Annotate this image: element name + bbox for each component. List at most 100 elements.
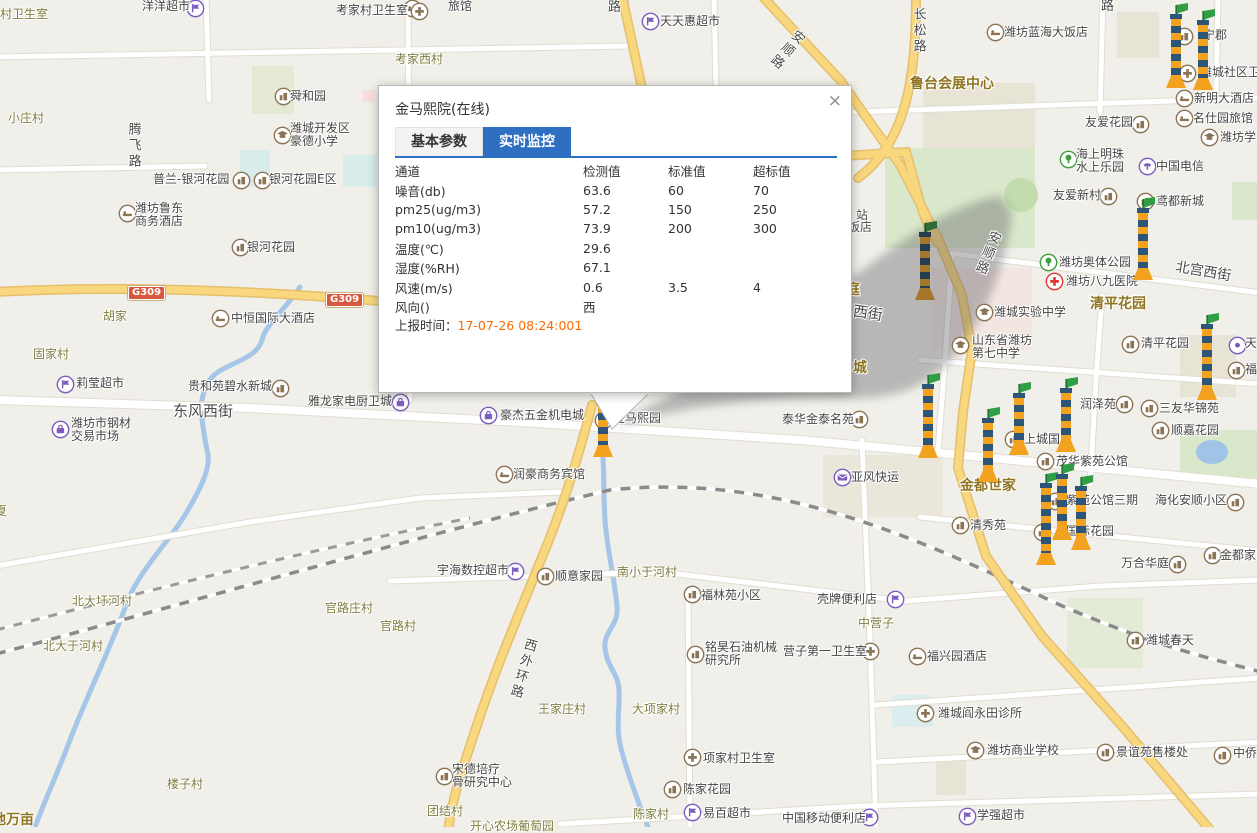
supermarket-icon[interactable] xyxy=(188,1,203,16)
monitor-station-marker[interactable] xyxy=(1068,474,1094,550)
poi-label: 潍坊鲁东商务酒店 xyxy=(135,202,183,227)
building-icon[interactable] xyxy=(688,647,703,662)
building-icon[interactable] xyxy=(234,173,249,188)
poi-label: 友爱花园 xyxy=(1085,116,1133,129)
building-icon[interactable] xyxy=(1123,337,1138,352)
village-label: 中营子 xyxy=(858,617,894,630)
monitor-station-marker[interactable] xyxy=(1194,312,1220,400)
building-icon[interactable] xyxy=(1133,117,1148,132)
poi-label: 贵和苑碧水新城 xyxy=(188,380,272,393)
poi-label: 海上明珠水上乐园 xyxy=(1076,148,1124,173)
popup-tail xyxy=(580,392,660,434)
school-icon[interactable] xyxy=(968,743,983,758)
park-tree-icon[interactable] xyxy=(1061,152,1076,167)
supermarket-icon[interactable] xyxy=(58,377,73,392)
monitor-station-marker[interactable] xyxy=(912,220,938,300)
building-icon[interactable] xyxy=(233,240,248,255)
table-row: pm10(ug/m3)73.9200300 xyxy=(395,219,837,238)
building-icon[interactable] xyxy=(1228,495,1243,510)
building-icon[interactable] xyxy=(953,518,968,533)
poi-label: 潍城阎永田诊所 xyxy=(938,707,1022,720)
poi-label: 中恒国际大酒店 xyxy=(231,312,315,325)
building-icon[interactable] xyxy=(1215,748,1230,763)
tab-basic-params[interactable]: 基本参数 xyxy=(395,127,483,156)
building-icon[interactable] xyxy=(273,381,288,396)
tab-realtime-monitor[interactable]: 实时监控 xyxy=(483,127,571,156)
hotel-icon[interactable] xyxy=(1177,111,1192,126)
supermarket-icon[interactable] xyxy=(508,564,523,579)
building-icon[interactable] xyxy=(852,412,867,427)
building-icon[interactable] xyxy=(685,587,700,602)
shopping-bag-icon[interactable] xyxy=(481,408,496,423)
supermarket-icon[interactable] xyxy=(888,592,903,607)
school-icon[interactable] xyxy=(1202,130,1217,145)
hospital-cross-icon[interactable] xyxy=(918,706,933,721)
g309-road-badge: G309 xyxy=(326,293,363,307)
supermarket-icon[interactable] xyxy=(960,809,975,824)
phone-icon[interactable] xyxy=(1140,159,1155,174)
building-icon[interactable] xyxy=(1117,397,1132,412)
monitor-station-marker[interactable] xyxy=(1190,8,1216,90)
supermarket-icon[interactable] xyxy=(643,14,658,29)
report-time-value: 17-07-26 08:24:001 xyxy=(458,318,583,333)
poi-label: 海化安顺小区 xyxy=(1155,494,1227,507)
poi-dot-icon[interactable] xyxy=(1230,338,1245,353)
monitor-station-marker[interactable] xyxy=(975,406,1001,482)
poi-label: 宇海数控超市 xyxy=(437,564,509,577)
village-label: 官路村 xyxy=(380,620,416,633)
poi-label: 旅馆 xyxy=(448,0,472,13)
building-icon[interactable] xyxy=(1229,363,1244,378)
village-label: 陈家村 xyxy=(633,808,669,821)
hospital-cross-icon[interactable] xyxy=(412,4,427,19)
monitor-station-marker[interactable] xyxy=(1053,376,1079,452)
park-tree-icon[interactable] xyxy=(1041,255,1056,270)
hotel-icon[interactable] xyxy=(1177,91,1192,106)
table-row: 湿度(%RH)67.1 xyxy=(395,258,837,277)
hotel-icon[interactable] xyxy=(497,467,512,482)
station-info-popup: 金马熙院(在线) × 基本参数实时监控 通道检测值标准值超标值噪音(db)63.… xyxy=(378,85,852,393)
poi-label: 莉莹超市 xyxy=(76,377,124,390)
village-label: 大项家村 xyxy=(632,703,680,716)
school-icon[interactable] xyxy=(953,338,968,353)
school-icon[interactable] xyxy=(275,128,290,143)
shopping-bag-icon[interactable] xyxy=(393,395,408,410)
popup-tabs: 基本参数实时监控 xyxy=(395,127,837,158)
hotel-icon[interactable] xyxy=(910,649,925,664)
building-icon[interactable] xyxy=(1142,401,1157,416)
close-icon[interactable]: × xyxy=(828,93,842,110)
hotel-icon[interactable] xyxy=(988,25,1003,40)
building-icon[interactable] xyxy=(276,89,291,104)
hospital-cross-icon[interactable] xyxy=(685,750,700,765)
hotel-icon[interactable] xyxy=(120,206,135,221)
building-icon[interactable] xyxy=(538,569,553,584)
monitor-table: 通道检测值标准值超标值噪音(db)63.66070pm25(ug/m3)57.2… xyxy=(395,161,837,316)
school-icon[interactable] xyxy=(977,305,992,320)
village-label: 团结村 xyxy=(427,805,463,818)
supermarket-icon[interactable] xyxy=(685,805,700,820)
village-label: 北大于河村 xyxy=(43,640,103,653)
poi-label: 景谊苑售楼处 xyxy=(1116,746,1188,759)
poi-label: 友爱新村 xyxy=(1053,189,1101,202)
building-icon[interactable] xyxy=(1205,548,1220,563)
shopping-bag-icon[interactable] xyxy=(53,422,68,437)
mail-icon[interactable] xyxy=(835,470,850,485)
building-icon[interactable] xyxy=(1128,633,1143,648)
hospital-cross-icon[interactable] xyxy=(1047,274,1062,289)
district-label: 地万亩 xyxy=(0,813,34,828)
monitor-station-marker[interactable] xyxy=(1006,381,1032,455)
building-icon[interactable] xyxy=(255,173,270,188)
monitor-station-marker[interactable] xyxy=(1130,196,1156,280)
building-icon[interactable] xyxy=(1170,557,1185,572)
building-icon[interactable] xyxy=(437,769,452,784)
monitor-station-marker[interactable] xyxy=(915,372,941,458)
poi-label: 清平花园 xyxy=(1141,337,1189,350)
building-icon[interactable] xyxy=(1101,189,1116,204)
hotel-icon[interactable] xyxy=(213,311,228,326)
poi-label: 福兴园酒店 xyxy=(927,650,987,663)
monitor-station-marker[interactable] xyxy=(1163,2,1189,88)
building-icon[interactable] xyxy=(665,782,680,797)
building-icon[interactable] xyxy=(1098,745,1113,760)
poi-label: 福林苑小区 xyxy=(701,589,761,602)
building-icon[interactable] xyxy=(1153,423,1168,438)
poi-label: 洋洋超市 xyxy=(142,0,190,13)
